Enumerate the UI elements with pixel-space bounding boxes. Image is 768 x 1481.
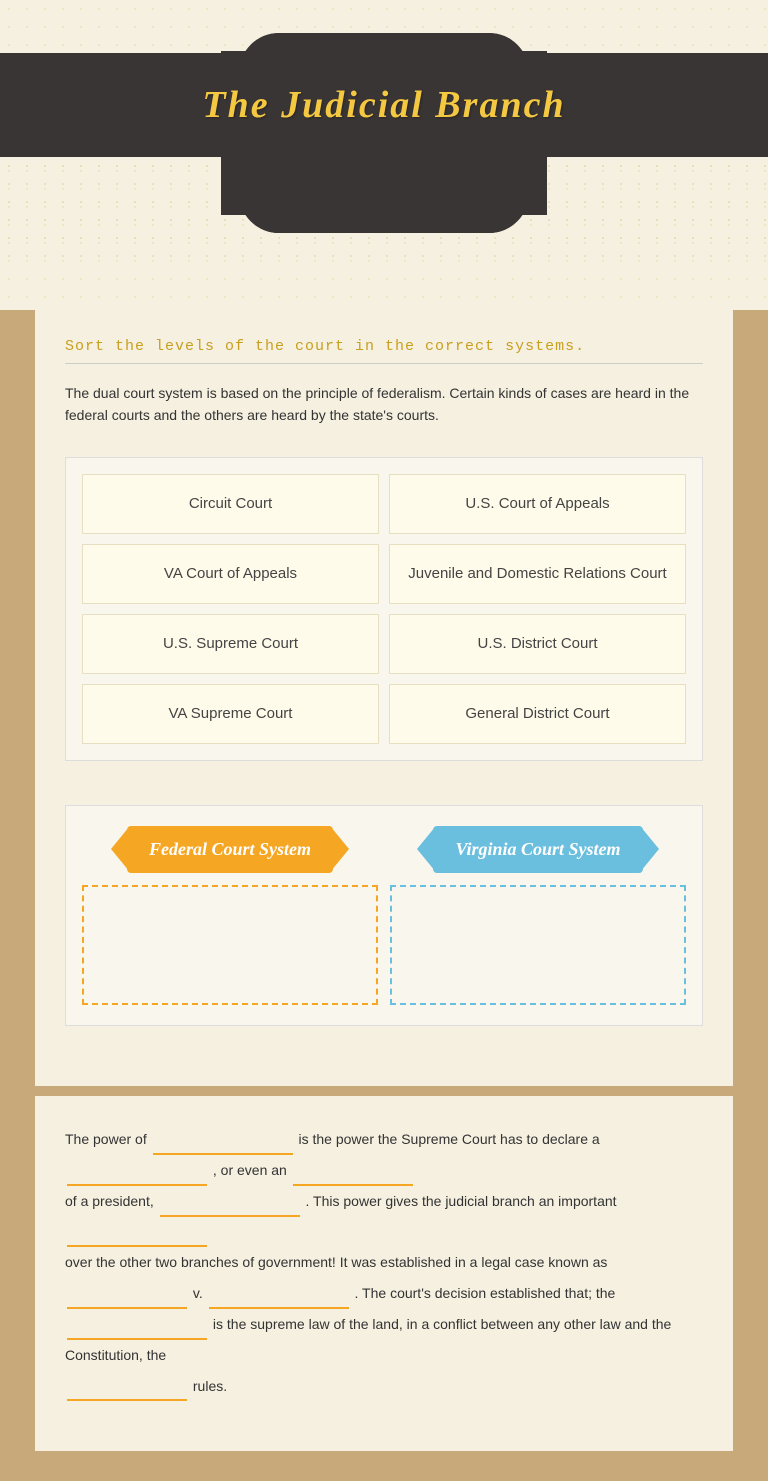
bottom-decoration — [0, 1451, 768, 1481]
badge-shape — [239, 33, 529, 233]
main-content-wrapper: Sort the levels of the court in the corr… — [35, 310, 733, 1086]
fill-suffix5: over the other two branches of governmen… — [65, 1254, 607, 1270]
card-va-supreme-court[interactable]: VA Supreme Court — [82, 684, 379, 744]
virginia-right-arrow — [641, 827, 659, 871]
fill-blank-text: The power of is the power the Supreme Co… — [65, 1124, 703, 1401]
blank-2[interactable] — [67, 1166, 207, 1186]
federal-banner-bg: Federal Court System — [127, 826, 333, 873]
fill-prefix1: The power of — [65, 1131, 147, 1147]
card-us-court-of-appeals[interactable]: U.S. Court of Appeals — [389, 474, 686, 534]
header-section: The Judicial Branch — [0, 0, 768, 310]
blank-6[interactable] — [67, 1289, 187, 1309]
fill-suffix6: v. — [193, 1285, 203, 1301]
drop-zones-section: Federal Court System Virginia Court Syst… — [35, 805, 733, 1086]
card-va-court-of-appeals[interactable]: VA Court of Appeals — [82, 544, 379, 604]
fill-blank-section: The power of is the power the Supreme Co… — [35, 1096, 733, 1451]
page-title: The Judicial Branch — [202, 83, 565, 127]
card-juvenile-domestic[interactable]: Juvenile and Domestic Relations Court — [389, 544, 686, 604]
federal-zone-wrapper: Federal Court System — [82, 826, 378, 1005]
blank-3[interactable] — [293, 1166, 413, 1186]
fill-suffix1: is the power the Supreme Court has to de… — [299, 1131, 600, 1147]
blank-7[interactable] — [209, 1289, 349, 1309]
intro-section: Sort the levels of the court in the corr… — [35, 310, 733, 457]
blank-8[interactable] — [67, 1320, 207, 1340]
fill-suffix2: , or even an — [213, 1162, 287, 1178]
instruction-text: Sort the levels of the court in the corr… — [65, 338, 703, 355]
virginia-zone-wrapper: Virginia Court System — [390, 826, 686, 1005]
federal-drop-zone[interactable] — [82, 885, 378, 1005]
blank-4[interactable] — [160, 1197, 300, 1217]
fill-suffix3: of a president, — [65, 1193, 154, 1209]
section-divider — [65, 363, 703, 364]
cards-container: Circuit Court U.S. Court of Appeals VA C… — [65, 457, 703, 761]
blank-1[interactable] — [153, 1135, 293, 1155]
card-us-district-court[interactable]: U.S. District Court — [389, 614, 686, 674]
dark-banner: The Judicial Branch — [0, 53, 768, 157]
section-gap — [0, 1086, 768, 1096]
fill-suffix7: . The court's decision established that;… — [355, 1285, 616, 1301]
federal-right-arrow — [331, 827, 349, 871]
card-general-district-court[interactable]: General District Court — [389, 684, 686, 744]
federal-label: Federal Court System — [149, 839, 311, 859]
blank-9[interactable] — [67, 1381, 187, 1401]
virginia-banner: Virginia Court System — [433, 826, 642, 873]
badge-container — [239, 33, 529, 233]
federal-banner: Federal Court System — [127, 826, 333, 873]
description-text: The dual court system is based on the pr… — [65, 382, 703, 427]
card-us-supreme-court[interactable]: U.S. Supreme Court — [82, 614, 379, 674]
card-circuit-court[interactable]: Circuit Court — [82, 474, 379, 534]
virginia-label: Virginia Court System — [455, 839, 620, 859]
fill-suffix4: . This power gives the judicial branch a… — [306, 1193, 617, 1209]
virginia-drop-zone[interactable] — [390, 885, 686, 1005]
virginia-banner-bg: Virginia Court System — [433, 826, 642, 873]
drop-zones-container: Federal Court System Virginia Court Syst… — [65, 805, 703, 1026]
blank-5[interactable] — [67, 1227, 207, 1247]
drop-zones-row: Federal Court System Virginia Court Syst… — [82, 826, 686, 1005]
cards-section: Circuit Court U.S. Court of Appeals VA C… — [35, 457, 733, 805]
cards-grid: Circuit Court U.S. Court of Appeals VA C… — [82, 474, 686, 744]
